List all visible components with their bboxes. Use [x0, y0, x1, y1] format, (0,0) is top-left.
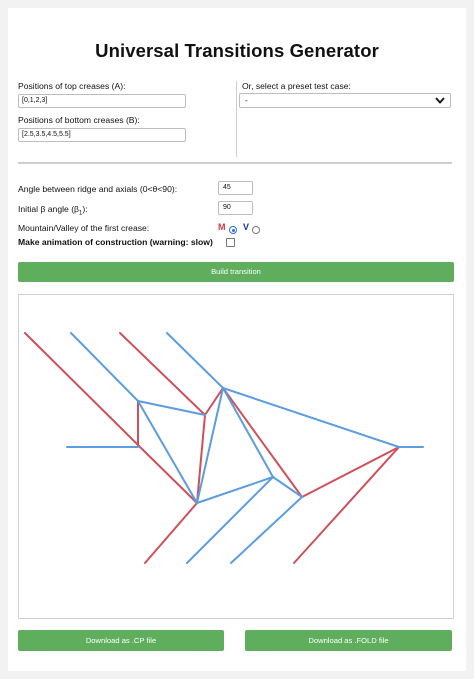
preset-select[interactable]: -: [239, 93, 451, 108]
top-creases-input[interactable]: [0,1,2,3]: [18, 94, 186, 108]
animation-label: Make animation of construction (warning:…: [18, 237, 213, 247]
crease-line: [137, 400, 198, 504]
initial-beta-label-prefix: Initial β angle (β: [18, 204, 79, 214]
crease-line: [166, 332, 224, 389]
crease-line: [230, 496, 303, 564]
download-cp-button[interactable]: Download as .CP file: [18, 630, 224, 651]
valley-radio[interactable]: [252, 226, 260, 234]
chevron-down-icon: [435, 97, 445, 104]
angle-label: Angle between ridge and axials (0<θ<90):: [18, 184, 178, 194]
page-title: Universal Transitions Generator: [95, 40, 379, 61]
crease-line: [144, 502, 198, 564]
build-transition-button[interactable]: Build transition: [18, 262, 454, 282]
preset-selected-value: -: [245, 96, 248, 105]
section-divider: [18, 162, 452, 164]
bottom-creases-label: Positions of bottom creases (B):: [18, 115, 140, 125]
crease-line: [196, 387, 224, 504]
crease-line: [301, 446, 400, 498]
column-divider: [236, 81, 237, 157]
initial-beta-label-suffix: ):: [82, 204, 88, 214]
crease-pattern-drawing: [24, 332, 424, 564]
crease-line: [293, 446, 400, 564]
crease-line: [119, 332, 206, 416]
crease-line: [137, 400, 206, 416]
mountain-valley-label: Mountain/Valley of the first crease:: [18, 223, 150, 233]
main-panel: Universal Transitions Generator Position…: [8, 8, 466, 671]
valley-option-label: V: [243, 222, 250, 232]
crease-line: [222, 387, 400, 448]
download-fold-button[interactable]: Download as .FOLD file: [245, 630, 452, 651]
crease-line: [272, 476, 303, 498]
initial-beta-label: Initial β angle (β1):: [18, 204, 88, 217]
crease-line: [24, 332, 139, 446]
crease-line: [70, 332, 139, 402]
crease-pattern-canvas: [18, 294, 454, 619]
crease-line: [196, 476, 274, 504]
initial-beta-input[interactable]: 90: [218, 201, 253, 215]
mountain-option-label: M: [218, 222, 226, 232]
animation-checkbox[interactable]: [226, 238, 235, 247]
angle-input[interactable]: 45: [218, 181, 253, 195]
mountain-radio[interactable]: [229, 226, 237, 234]
preset-label: Or, select a preset test case:: [242, 81, 351, 91]
top-creases-label: Positions of top creases (A):: [18, 81, 126, 91]
bottom-creases-input[interactable]: [2.5,3.5,4.5,5.5]: [18, 128, 186, 142]
